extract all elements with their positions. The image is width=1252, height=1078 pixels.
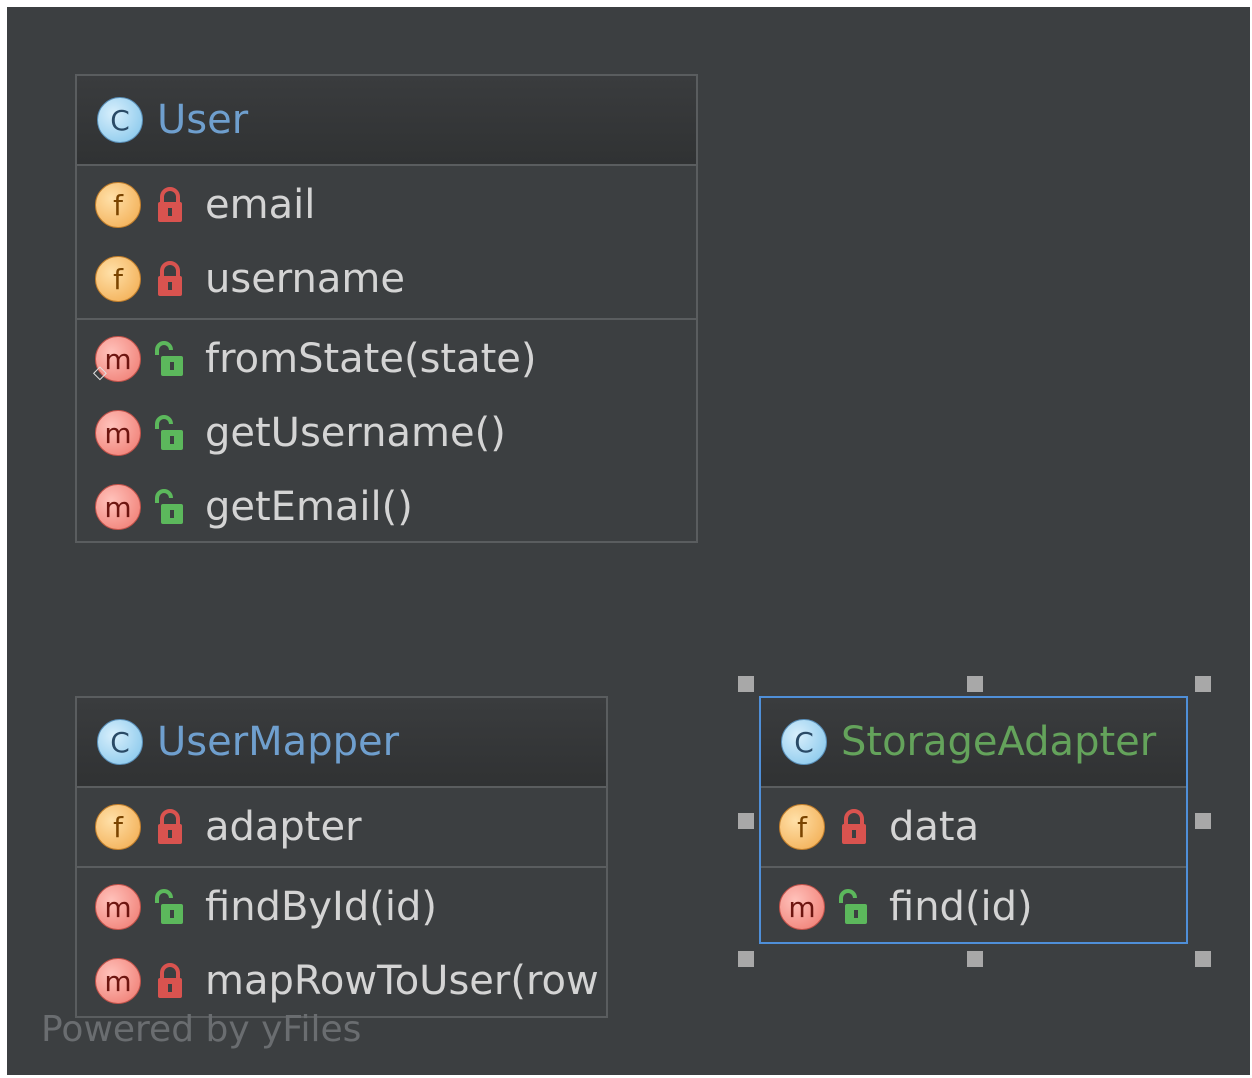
resize-handle-left[interactable] [738,813,754,829]
resize-handle-bottom-right[interactable] [1195,951,1211,967]
method-icon: m [95,958,141,1004]
resize-handle-top-right[interactable] [1195,676,1211,692]
field-row[interactable]: f username [77,242,696,316]
class-box-storageadapter[interactable]: C StorageAdapter f data m find(id) [759,696,1188,944]
class-icon: C [781,719,827,765]
class-header: C User [77,76,696,166]
public-lock-icon [155,341,183,376]
class-box-usermapper[interactable]: C UserMapper f adapter m findById(id) m … [75,696,608,1018]
resize-handle-bottom-left[interactable] [738,951,754,967]
resize-handle-bottom[interactable] [967,951,983,967]
field-name: adapter [205,804,362,850]
public-lock-icon [155,889,183,924]
field-row[interactable]: f adapter [77,790,606,864]
method-icon: m [95,484,141,530]
method-name: findById(id) [205,884,437,930]
watermark: Powered by yFiles [41,1009,362,1050]
resize-handle-top-left[interactable] [738,676,754,692]
field-icon: f [779,804,825,850]
field-name: data [889,804,980,850]
resize-handle-right[interactable] [1195,813,1211,829]
method-name: mapRowToUser(row [205,958,599,1004]
class-name: UserMapper [157,719,400,765]
fields-section: f adapter [77,788,606,868]
class-icon: C [97,97,143,143]
field-icon: f [95,256,141,302]
methods-section: m find(id) [761,868,1186,942]
method-name: fromState(state) [205,336,537,382]
class-name: StorageAdapter [841,719,1157,765]
method-row[interactable]: m ◇ fromState(state) [77,322,696,396]
class-icon: C [97,719,143,765]
methods-section: m findById(id) m mapRowToUser(row [77,868,606,1016]
method-row[interactable]: m mapRowToUser(row [77,944,606,1016]
private-lock-icon [158,963,182,998]
method-name: getEmail() [205,484,413,530]
method-row[interactable]: m getEmail() [77,470,696,541]
method-row[interactable]: m getUsername() [77,396,696,470]
public-lock-icon [155,489,183,524]
class-name: User [157,97,249,143]
methods-section: m ◇ fromState(state) m getUsername() m g… [77,320,696,541]
private-lock-icon [158,261,182,296]
static-icon: ◇ [93,362,107,383]
method-name: find(id) [889,884,1033,930]
public-lock-icon [155,415,183,450]
method-name: getUsername() [205,410,506,456]
class-box-user[interactable]: C User f email f username m ◇ fromState(… [75,74,698,543]
method-icon: m [779,884,825,930]
method-row[interactable]: m findById(id) [77,870,606,944]
field-name: email [205,182,316,228]
method-row[interactable]: m find(id) [761,870,1186,942]
resize-handle-top[interactable] [967,676,983,692]
field-row[interactable]: f data [761,790,1186,864]
field-row[interactable]: f email [77,168,696,242]
fields-section: f data [761,788,1186,868]
class-header: C StorageAdapter [761,698,1186,788]
method-icon: m [95,884,141,930]
field-icon: f [95,182,141,228]
method-icon: m [95,410,141,456]
private-lock-icon [158,809,182,844]
field-icon: f [95,804,141,850]
diagram-canvas: C User f email f username m ◇ fromState(… [7,7,1250,1075]
private-lock-icon [158,187,182,222]
private-lock-icon [842,809,866,844]
field-name: username [205,256,405,302]
public-lock-icon [839,889,867,924]
fields-section: f email f username [77,166,696,320]
class-header: C UserMapper [77,698,606,788]
